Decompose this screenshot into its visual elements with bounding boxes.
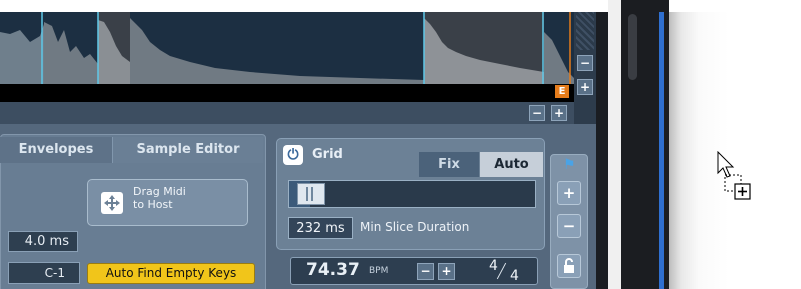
zoom-out-button[interactable]: − xyxy=(529,105,545,121)
drag-move-icon xyxy=(101,192,123,214)
vzoom-in-button[interactable]: + xyxy=(577,79,593,95)
drag-midi-label: Drag Midi xyxy=(133,185,186,198)
host-playhead-line xyxy=(659,12,664,289)
auto-find-empty-keys-button[interactable]: Auto Find Empty Keys xyxy=(87,263,255,284)
bpm-unit: BPM xyxy=(369,266,389,276)
waveform-graphic xyxy=(0,12,574,84)
slider-handle[interactable] xyxy=(297,183,325,205)
time-signature-numerator[interactable]: 4 xyxy=(489,258,498,274)
min-slice-label: Min Slice Duration xyxy=(360,220,470,234)
zoom-row xyxy=(0,102,574,124)
slice-sensitivity-slider[interactable] xyxy=(288,180,536,208)
tab-sample-editor[interactable]: Sample Editor xyxy=(113,137,263,163)
min-slice-value[interactable]: 232 ms xyxy=(288,217,353,239)
grid-mode-fix[interactable]: Fix xyxy=(419,152,479,177)
drag-midi-label-2: to Host xyxy=(133,198,173,211)
waveform-baseline xyxy=(0,84,574,102)
waveform-display[interactable] xyxy=(0,12,574,84)
window-gap xyxy=(608,0,621,289)
top-strip xyxy=(0,0,608,12)
tab-envelopes[interactable]: Envelopes xyxy=(0,137,113,163)
bpm-value[interactable]: 74.37 xyxy=(306,260,360,280)
sampler-plugin-window: E − + − + Envelopes Sample Editor Drag M… xyxy=(0,0,608,289)
plugin-frame-edge xyxy=(596,12,608,289)
time-signature-denominator[interactable]: 4 xyxy=(510,268,519,284)
duration-field[interactable]: 4.0 ms xyxy=(8,231,78,252)
root-note-field[interactable]: C-1 xyxy=(8,262,80,284)
scrollbar-hatch xyxy=(576,12,594,50)
end-marker-badge[interactable]: E xyxy=(555,85,569,98)
host-scrollbar-thumb[interactable] xyxy=(628,14,637,80)
power-icon[interactable]: ⏻ xyxy=(283,145,303,165)
drag-copy-cursor-icon xyxy=(717,150,757,207)
vzoom-out-button[interactable]: − xyxy=(577,55,593,71)
screen: E − + − + Envelopes Sample Editor Drag M… xyxy=(0,0,801,289)
flag-icon[interactable]: ⚑ xyxy=(563,157,576,173)
add-slice-button[interactable]: + xyxy=(557,181,581,205)
grid-mode-auto[interactable]: Auto xyxy=(480,152,543,177)
grid-title: Grid xyxy=(312,147,343,162)
zoom-in-button[interactable]: + xyxy=(551,105,567,121)
remove-slice-button[interactable]: − xyxy=(557,214,581,238)
bpm-increase-button[interactable]: + xyxy=(438,263,455,280)
bpm-decrease-button[interactable]: − xyxy=(417,263,434,280)
lock-icon[interactable] xyxy=(557,254,581,278)
